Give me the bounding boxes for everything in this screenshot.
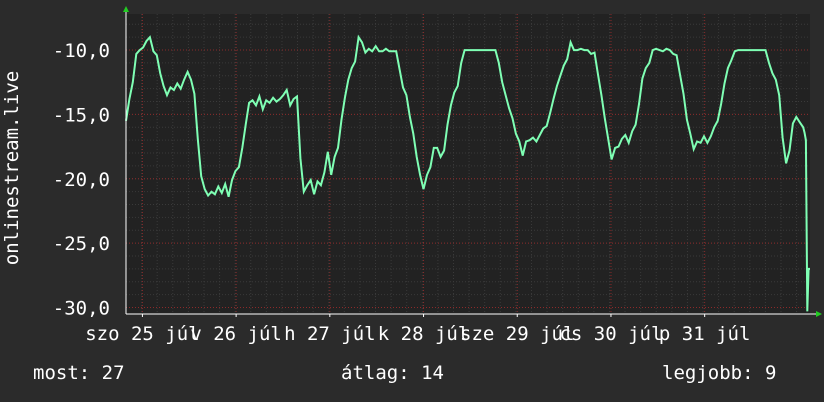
y-tick-label: -30,0 (53, 298, 110, 320)
y-tick-label: -20,0 (53, 169, 110, 191)
x-axis-arrow (816, 311, 822, 317)
y-tick-label: -10,0 (53, 40, 110, 62)
x-tick-label: szo 25 júl (85, 323, 199, 345)
x-tick-label: k 28 júl (378, 323, 470, 345)
x-tick-label: sze 29 júl (460, 323, 574, 345)
stat-current: most: 27 (33, 362, 125, 384)
x-axis-ticks: szo 25 júlv 26 júl h 27 júl k 28 júlsze 29… (85, 323, 750, 345)
x-tick-label: h 27 júl (284, 323, 376, 345)
y-tick-label: -25,0 (53, 233, 110, 255)
x-tick-label: cs 30 júl (559, 323, 662, 345)
stat-best: legjobb: 9 (662, 362, 777, 384)
stat-average: átlag: 14 (341, 362, 444, 384)
x-tick-label: v 26 júl (190, 323, 282, 345)
y-axis-ticks: -30,0 -25,0 -20,0 -15,0 -10,0 (53, 40, 110, 320)
y-tick-label: -15,0 (53, 104, 110, 126)
y-axis-label: onlinestream.live (1, 71, 23, 265)
y-axis-arrow (123, 6, 129, 12)
chart: szo 25 júlv 26 júl h 27 júl k 28 júlsze 29… (1, 6, 822, 345)
x-tick-label: p 31 júl (659, 323, 751, 345)
